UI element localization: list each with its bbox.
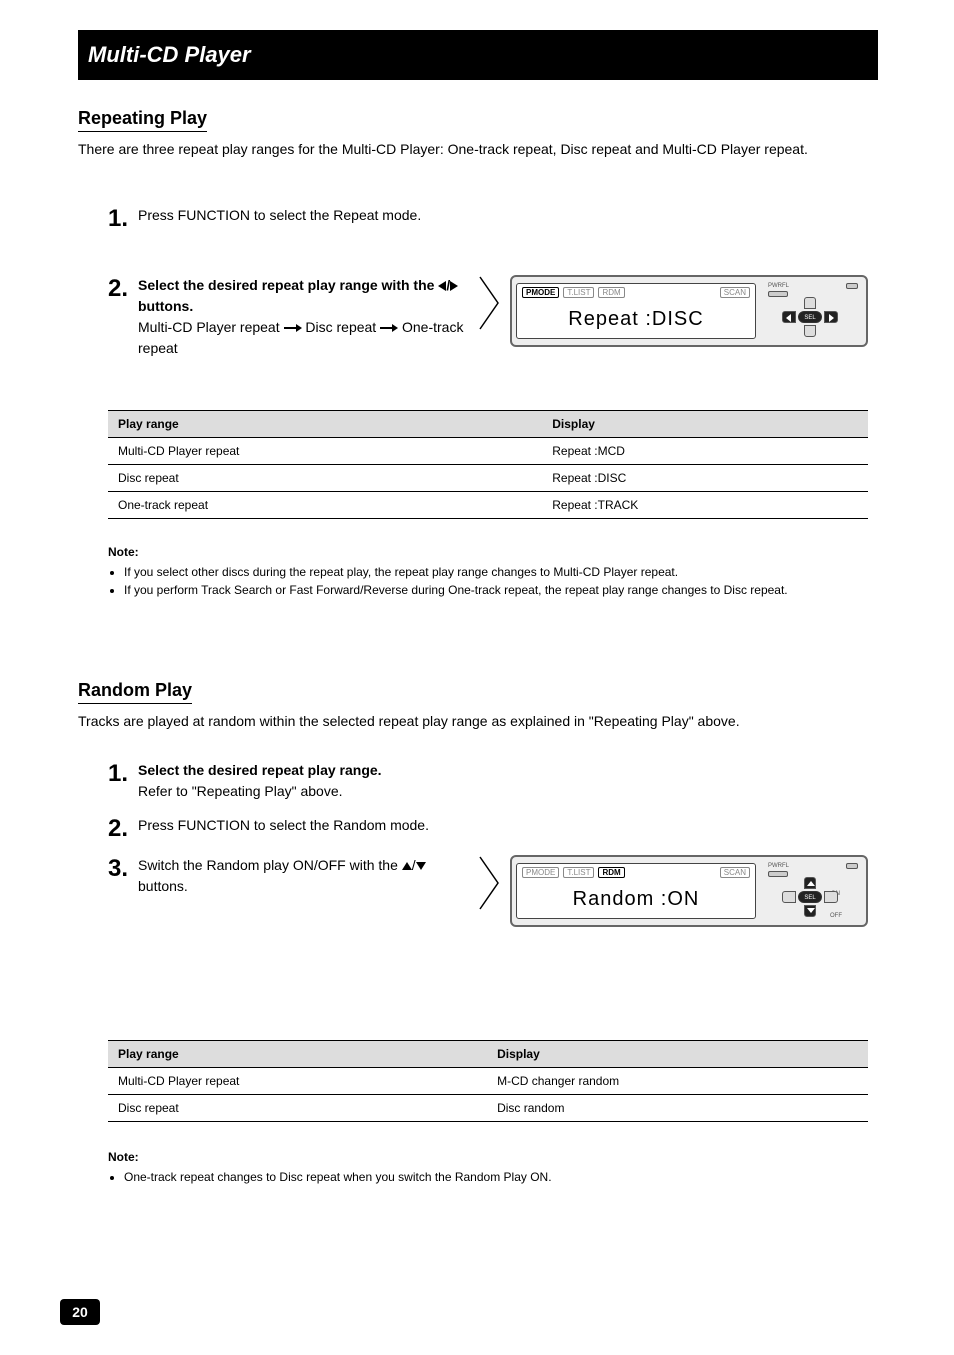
control-cluster: PWRFL SEL bbox=[762, 283, 862, 339]
chapter-header: Multi-CD Player bbox=[78, 30, 878, 80]
step2-text: Select the desired repeat play range wit… bbox=[138, 275, 471, 359]
table-row: Multi-CD Player repeat Repeat :MCD bbox=[108, 438, 868, 465]
table-row: One-track repeat Repeat :TRACK bbox=[108, 492, 868, 519]
table-row: Disc repeat Repeat :DISC bbox=[108, 465, 868, 492]
random-table: Play range Display Multi-CD Player repea… bbox=[108, 1040, 868, 1122]
control-cluster: PWRFL ON OFF SEL bbox=[762, 863, 862, 919]
note-heading: Note: bbox=[108, 1150, 868, 1164]
chevron-icon bbox=[471, 275, 510, 331]
note-item: If you perform Track Search or Fast Forw… bbox=[124, 581, 868, 599]
dpad-right-active[interactable] bbox=[824, 311, 838, 323]
step2-pre: Select the desired repeat play range wit… bbox=[138, 277, 438, 293]
pwrfl-label: PWRFL bbox=[768, 283, 789, 289]
note-item: If you select other discs during the rep… bbox=[124, 563, 868, 581]
down-arrow-icon bbox=[416, 862, 426, 870]
cell: Repeat :TRACK bbox=[542, 492, 868, 519]
step2-3-text: Switch the Random play ON/OFF with the /… bbox=[138, 855, 471, 897]
cell: M-CD changer random bbox=[487, 1068, 868, 1095]
dpad-left-active[interactable] bbox=[782, 311, 796, 323]
badge-scan: SCAN bbox=[720, 867, 750, 878]
step-number: 3. bbox=[108, 855, 138, 883]
col-play-range: Play range bbox=[108, 1041, 487, 1068]
step2-1-ref: Refer to "Repeating Play" above. bbox=[138, 783, 343, 799]
step2-1-text: Select the desired repeat play range. Re… bbox=[138, 760, 478, 802]
table-row: Multi-CD Player repeat M-CD changer rand… bbox=[108, 1068, 868, 1095]
down-arrow-icon bbox=[807, 908, 815, 913]
aux-button[interactable] bbox=[846, 863, 858, 869]
badge-rdm: RDM bbox=[598, 287, 624, 298]
step2-mid: buttons. bbox=[138, 298, 193, 314]
cell: Repeat :MCD bbox=[542, 438, 868, 465]
note-list: One-track repeat changes to Disc repeat … bbox=[108, 1168, 868, 1186]
col-display: Display bbox=[542, 411, 868, 438]
table-row: Disc repeat Disc random bbox=[108, 1095, 868, 1122]
device-panel-repeat: PMODE T.LIST RDM SCAN Repeat :DISC PWRFL bbox=[510, 275, 868, 347]
dpad[interactable]: ON OFF SEL bbox=[782, 877, 838, 917]
step2-3-post: buttons. bbox=[138, 878, 188, 894]
cell: Disc random bbox=[487, 1095, 868, 1122]
badge-pmode: PMODE bbox=[522, 867, 559, 878]
badge-pmode: PMODE bbox=[522, 287, 559, 298]
chevron-icon bbox=[471, 855, 510, 911]
cell: Disc repeat bbox=[108, 1095, 487, 1122]
col-play-range: Play range bbox=[108, 411, 542, 438]
sel-button[interactable]: SEL bbox=[798, 311, 822, 323]
off-label: OFF bbox=[830, 913, 842, 919]
section1-intro: There are three repeat play ranges for t… bbox=[78, 140, 868, 160]
dpad-down-active[interactable] bbox=[804, 905, 816, 917]
seq-b: Disc repeat bbox=[305, 319, 376, 335]
cell: Multi-CD Player repeat bbox=[108, 1068, 487, 1095]
badge-tlist: T.LIST bbox=[563, 867, 594, 878]
dpad-up-active[interactable] bbox=[804, 877, 816, 889]
cell: Repeat :DISC bbox=[542, 465, 868, 492]
step2-2-text: Press FUNCTION to select the Random mode… bbox=[138, 815, 478, 836]
section1-heading: Repeating Play bbox=[78, 108, 868, 132]
badge-rdm: RDM bbox=[598, 867, 624, 878]
step1-text: Press FUNCTION to select the Repeat mode… bbox=[138, 205, 478, 226]
cell: One-track repeat bbox=[108, 492, 542, 519]
section2-heading-text: Random Play bbox=[78, 680, 192, 704]
pwrfl-label: PWRFL bbox=[768, 863, 789, 869]
step-number: 1. bbox=[108, 205, 138, 233]
note-heading: Note: bbox=[108, 545, 868, 559]
cell: Multi-CD Player repeat bbox=[108, 438, 542, 465]
right-arrow-icon bbox=[829, 314, 834, 322]
section2-intro: Tracks are played at random within the s… bbox=[78, 712, 868, 732]
left-arrow-icon bbox=[438, 281, 446, 291]
step-number: 1. bbox=[108, 760, 138, 788]
step2-3-pre: Switch the Random play ON/OFF with the bbox=[138, 857, 402, 873]
lcd-display: PMODE T.LIST RDM SCAN Repeat :DISC bbox=[516, 283, 756, 339]
badge-scan: SCAN bbox=[720, 287, 750, 298]
lcd-main-text: Random :ON bbox=[517, 881, 755, 918]
arrow-right-icon bbox=[284, 324, 302, 332]
up-arrow-icon bbox=[402, 862, 412, 870]
step-number: 2. bbox=[108, 275, 138, 303]
col-display: Display bbox=[487, 1041, 868, 1068]
left-arrow-icon bbox=[786, 314, 791, 322]
chapter-title: Multi-CD Player bbox=[78, 42, 251, 68]
page-number: 20 bbox=[60, 1299, 100, 1325]
badge-tlist: T.LIST bbox=[563, 287, 594, 298]
repeat-table: Play range Display Multi-CD Player repea… bbox=[108, 410, 868, 519]
step-number: 2. bbox=[108, 815, 138, 843]
dpad[interactable]: SEL bbox=[782, 297, 838, 337]
section1-heading-text: Repeating Play bbox=[78, 108, 207, 132]
up-arrow-icon bbox=[807, 881, 815, 886]
right-arrow-icon bbox=[450, 281, 458, 291]
lcd-main-text: Repeat :DISC bbox=[517, 301, 755, 338]
section2-heading: Random Play bbox=[78, 680, 868, 704]
sel-button[interactable]: SEL bbox=[798, 891, 822, 903]
seq-a: Multi-CD Player repeat bbox=[138, 319, 280, 335]
aux-button[interactable] bbox=[846, 283, 858, 289]
arrow-right-icon bbox=[380, 324, 398, 332]
note-item: One-track repeat changes to Disc repeat … bbox=[124, 1168, 868, 1186]
device-panel-random: PMODE T.LIST RDM SCAN Random :ON PWRFL O… bbox=[510, 855, 868, 927]
cell: Disc repeat bbox=[108, 465, 542, 492]
lcd-display: PMODE T.LIST RDM SCAN Random :ON bbox=[516, 863, 756, 919]
step2-1-bold: Select the desired repeat play range. bbox=[138, 762, 382, 778]
note-list: If you select other discs during the rep… bbox=[108, 563, 868, 599]
